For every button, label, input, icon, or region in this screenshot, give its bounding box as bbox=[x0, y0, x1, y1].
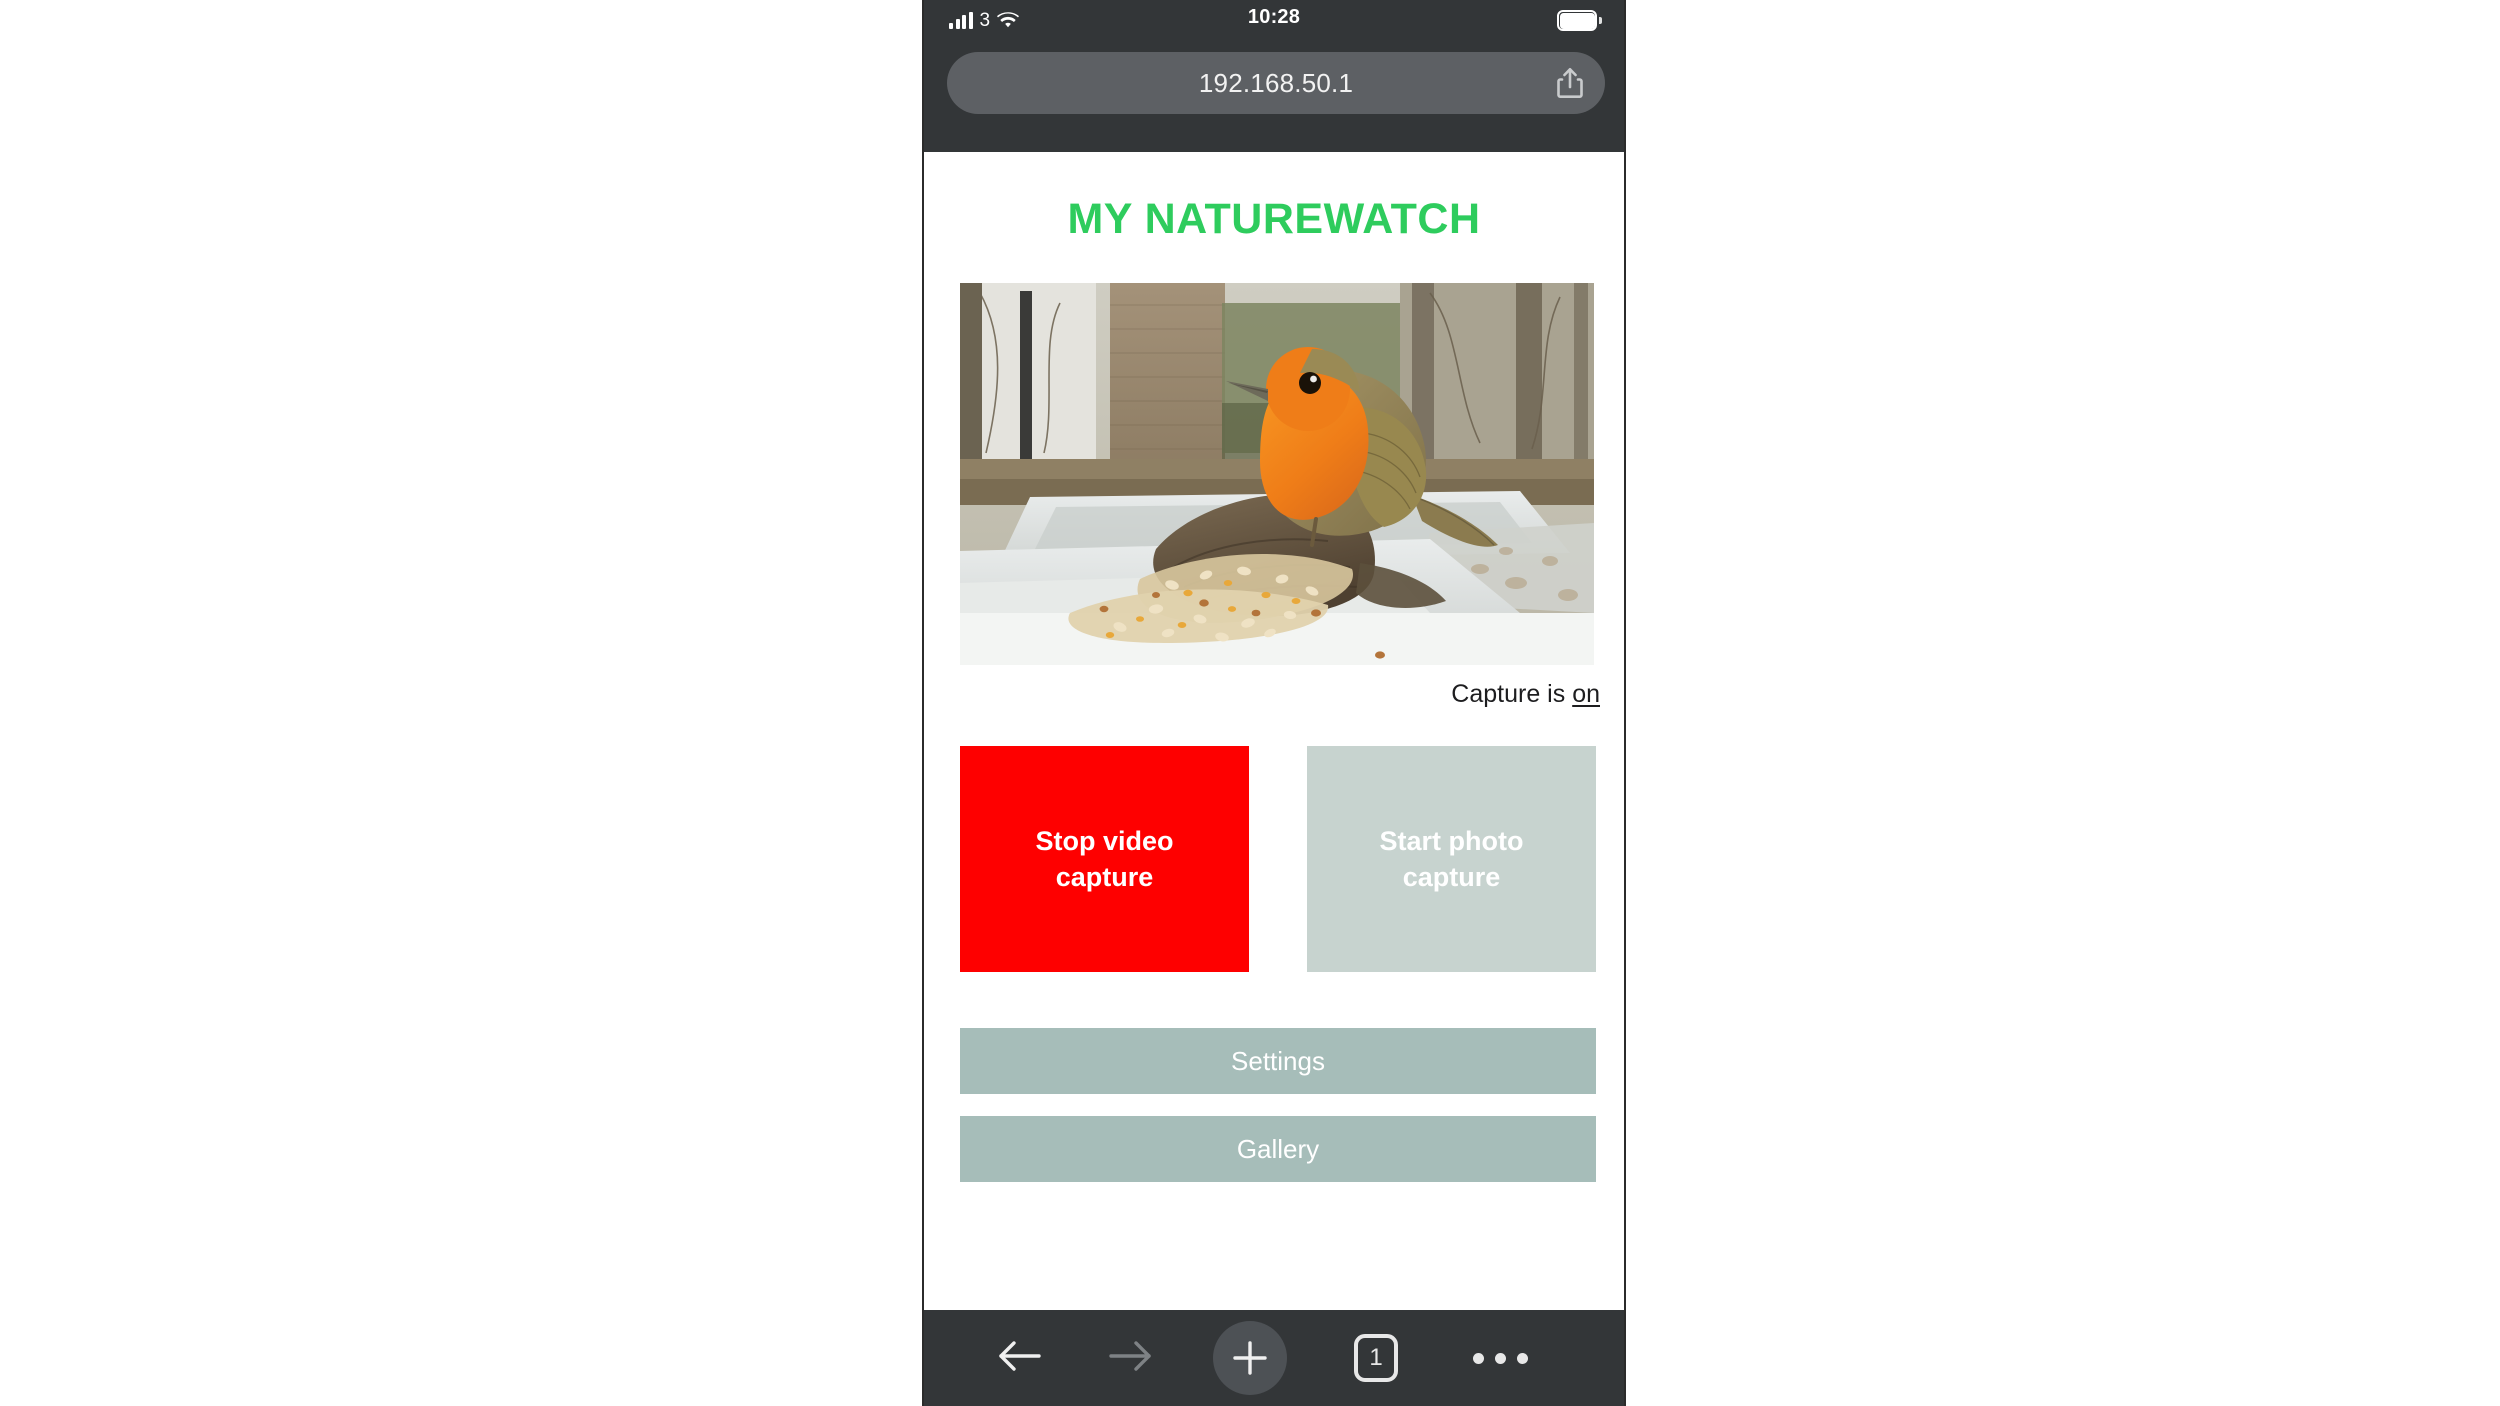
plus-icon bbox=[1213, 1321, 1287, 1395]
status-bar-clock: 10:28 bbox=[1247, 6, 1301, 28]
address-bar[interactable]: 192.168.50.1 bbox=[947, 52, 1605, 114]
camera-preview-image bbox=[960, 283, 1594, 665]
settings-button[interactable]: Settings bbox=[960, 1028, 1596, 1094]
tab-count-badge: 1 bbox=[1354, 1334, 1398, 1382]
phone-browser-window: 3 10:28 192.168.50.1 MY NATUREWATCH Capt… bbox=[922, 0, 1626, 1406]
battery-full-icon bbox=[1557, 10, 1602, 31]
gallery-button[interactable]: Gallery bbox=[960, 1116, 1596, 1182]
browser-bottom-toolbar: 1 bbox=[924, 1310, 1624, 1406]
capture-status-toggle-link[interactable]: on bbox=[1572, 680, 1600, 708]
arrow-right-icon bbox=[1107, 1336, 1155, 1381]
new-tab-button[interactable] bbox=[1202, 1310, 1298, 1406]
web-page-content: MY NATUREWATCH Capture is on Stop video … bbox=[924, 152, 1624, 1310]
browser-top-chrome: 3 10:28 192.168.50.1 bbox=[924, 0, 1624, 152]
stop-video-capture-button[interactable]: Stop video capture bbox=[960, 746, 1249, 972]
ellipsis-icon bbox=[1472, 1352, 1528, 1364]
url-text[interactable]: 192.168.50.1 bbox=[947, 52, 1605, 114]
forward-button[interactable] bbox=[1086, 1310, 1176, 1406]
start-photo-capture-button[interactable]: Start photo capture bbox=[1307, 746, 1596, 972]
page-title: MY NATUREWATCH bbox=[1067, 194, 1481, 243]
back-button[interactable] bbox=[974, 1310, 1064, 1406]
arrow-left-icon bbox=[995, 1336, 1043, 1381]
status-bar: 3 10:28 bbox=[924, 0, 1624, 46]
capture-status: Capture is on bbox=[1451, 679, 1600, 709]
capture-status-label: Capture is bbox=[1451, 680, 1573, 708]
more-menu-button[interactable] bbox=[1452, 1310, 1548, 1406]
tabs-button[interactable]: 1 bbox=[1328, 1310, 1424, 1406]
